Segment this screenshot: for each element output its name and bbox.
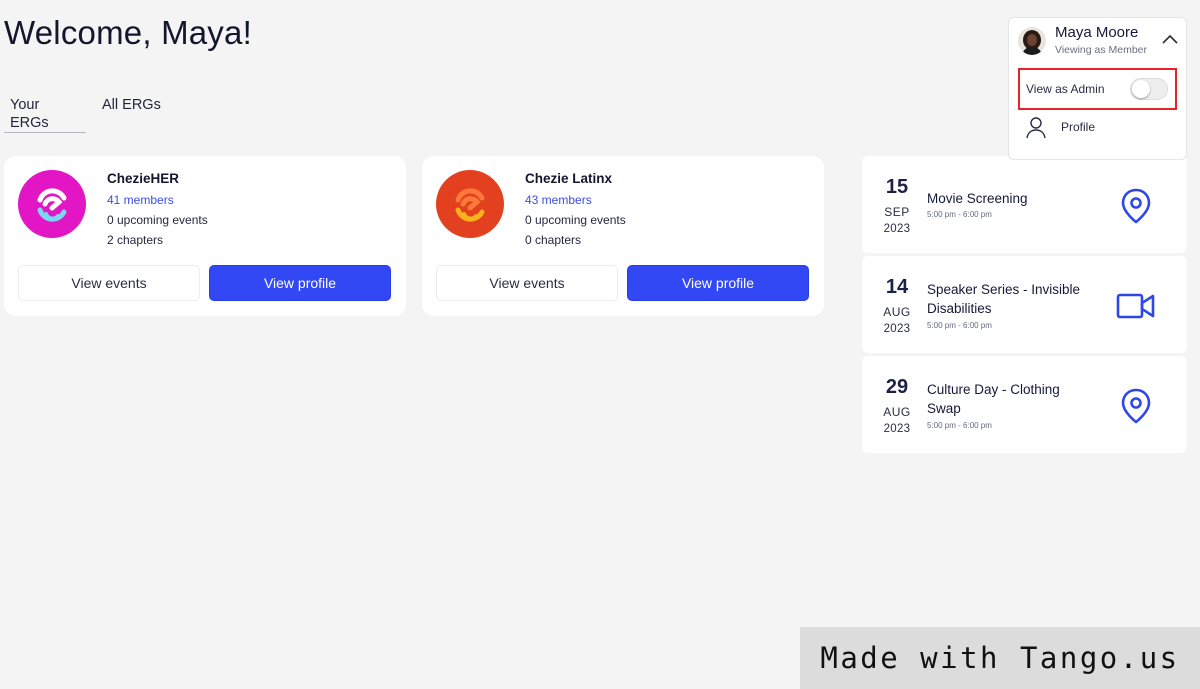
event-year: 2023	[883, 223, 911, 235]
view-events-button[interactable]: View events	[18, 265, 200, 301]
event-time: 5:00 pm - 6:00 pm	[927, 321, 992, 330]
profile-menu-item[interactable]: Profile	[1025, 116, 1175, 140]
watermark-text: Made with Tango.us	[820, 641, 1180, 675]
event-card[interactable]: 15 SEP 2023 Movie Screening 5:00 pm - 6:…	[862, 156, 1187, 253]
page-title: Welcome, Maya!	[4, 14, 252, 51]
event-day: 29	[885, 376, 909, 398]
tab-your-ergs[interactable]: Your ERGs	[4, 96, 86, 133]
event-card[interactable]: 14 AUG 2023 Speaker Series - Invisible D…	[862, 256, 1187, 353]
chevron-up-icon[interactable]	[1161, 32, 1179, 44]
event-month: AUG	[883, 405, 911, 419]
erg-name: ChezieHER	[107, 171, 180, 186]
tango-watermark: Made with Tango.us	[800, 627, 1200, 689]
erg-members-link[interactable]: 43 members	[525, 193, 592, 207]
user-icon	[1025, 116, 1047, 140]
chezie-latinx-logo-icon	[436, 170, 504, 238]
view-as-admin-toggle[interactable]	[1130, 78, 1168, 100]
location-pin-icon	[1116, 386, 1156, 426]
event-year: 2023	[883, 323, 911, 335]
erg-card: Chezie Latinx 43 members 0 upcoming even…	[422, 156, 824, 316]
erg-members-link[interactable]: 41 members	[107, 193, 174, 207]
event-card[interactable]: 29 AUG 2023 Culture Day - Clothing Swap …	[862, 356, 1187, 453]
erg-tabs: Your ERGs All ERGs	[4, 96, 167, 133]
video-camera-icon	[1116, 286, 1156, 326]
user-menu-dropdown: Maya Moore Viewing as Member View as Adm…	[1008, 17, 1187, 160]
event-title: Movie Screening	[927, 191, 1028, 206]
view-events-button[interactable]: View events	[436, 265, 618, 301]
erg-upcoming-events: 0 upcoming events	[525, 213, 626, 227]
view-as-admin-label: View as Admin	[1026, 82, 1105, 96]
erg-chapters: 2 chapters	[107, 233, 164, 247]
event-title: Culture Day - Clothing Swap	[927, 382, 1060, 416]
toggle-knob	[1132, 80, 1150, 98]
avatar[interactable]	[1018, 27, 1046, 55]
chezieher-logo-icon	[18, 170, 86, 238]
event-day: 14	[885, 276, 909, 298]
event-title: Speaker Series - Invisible Disabilities	[927, 282, 1081, 316]
event-time: 5:00 pm - 6:00 pm	[927, 421, 992, 430]
user-role: Viewing as Member	[1055, 44, 1148, 56]
event-month: SEP	[884, 205, 910, 219]
erg-upcoming-events: 0 upcoming events	[107, 213, 208, 227]
erg-name: Chezie Latinx	[525, 171, 613, 186]
erg-card: ChezieHER 41 members 0 upcoming events 2…	[4, 156, 406, 316]
event-time: 5:00 pm - 6:00 pm	[927, 210, 992, 219]
view-profile-button[interactable]: View profile	[627, 265, 809, 301]
view-as-admin-row: View as Admin	[1018, 68, 1177, 110]
location-pin-icon	[1116, 186, 1156, 226]
event-month: AUG	[883, 305, 911, 319]
user-name: Maya Moore	[1055, 24, 1139, 41]
event-year: 2023	[883, 423, 911, 435]
event-day: 15	[885, 176, 909, 198]
tab-all-ergs[interactable]: All ERGs	[96, 96, 167, 132]
view-profile-button[interactable]: View profile	[209, 265, 391, 301]
profile-label: Profile	[1061, 120, 1096, 134]
erg-chapters: 0 chapters	[525, 233, 582, 247]
